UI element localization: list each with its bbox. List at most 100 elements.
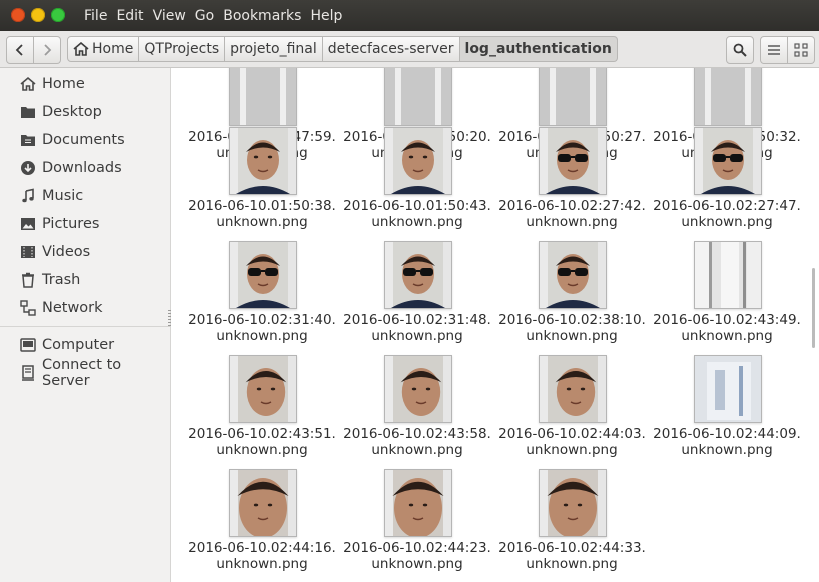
file-name-line: unknown.png <box>526 214 618 230</box>
menu-help[interactable]: Help <box>310 8 342 24</box>
file-name[interactable]: 2016-06-10.01:50:43. unknown.png <box>337 198 497 230</box>
file-name[interactable]: 2016-06-10.02:31:48. unknown.png <box>337 312 497 344</box>
forward-button[interactable] <box>34 36 61 64</box>
list-view-button[interactable] <box>760 36 788 64</box>
menu-bar: File Edit View Go Bookmarks Help <box>84 0 351 31</box>
file-thumbnail[interactable] <box>694 355 762 423</box>
file-name[interactable]: 2016-06-10.02:27:42. unknown.png <box>492 198 652 230</box>
video-icon <box>21 246 35 258</box>
chevron-right-icon <box>44 44 52 56</box>
sidebar-item-label: Home <box>42 76 85 92</box>
file-thumbnail[interactable] <box>229 469 297 537</box>
file-thumbnail[interactable] <box>694 241 762 309</box>
breadcrumb-log-authentication[interactable]: log_authentication <box>459 36 618 62</box>
file-name[interactable]: 2016-06-10.02:43:58. unknown.png <box>337 426 497 458</box>
chevron-left-icon <box>15 44 23 56</box>
breadcrumb-qtprojects[interactable]: QTProjects <box>139 36 226 62</box>
file-name-line: 2016-06-10.02:44:09. <box>653 426 801 442</box>
close-window-button[interactable] <box>11 8 25 22</box>
file-name[interactable]: 2016-06-10.02:27:47. unknown.png <box>647 198 807 230</box>
sidebar-item-label: Trash <box>42 272 81 288</box>
sidebar-item-videos[interactable]: Videos <box>20 240 90 264</box>
scrollbar[interactable] <box>812 268 815 348</box>
file-name-line: unknown.png <box>681 214 773 230</box>
file-name[interactable]: 2016-06-10.02:43:49. unknown.png <box>647 312 807 344</box>
sidebar-item-network[interactable]: Network <box>20 296 103 320</box>
grid-view-button[interactable] <box>788 36 815 64</box>
file-name-line: unknown.png <box>371 214 463 230</box>
desktop-folder-icon <box>21 107 35 118</box>
file-thumbnail[interactable] <box>229 127 297 195</box>
file-name[interactable]: 2016-06-10.02:43:51. unknown.png <box>182 426 342 458</box>
file-name-line: 2016-06-10.02:44:03. <box>498 426 646 442</box>
back-button[interactable] <box>6 36 34 64</box>
file-thumbnail[interactable] <box>539 68 607 126</box>
sidebar-item-label: Desktop <box>42 104 102 120</box>
file-thumbnail[interactable] <box>384 68 452 126</box>
file-name-line: 2016-06-10.02:31:48. <box>343 312 491 328</box>
search-icon <box>733 43 747 57</box>
sidebar-item-pictures[interactable]: Pictures <box>20 212 99 236</box>
file-thumbnail[interactable] <box>539 355 607 423</box>
file-thumbnail[interactable] <box>229 355 297 423</box>
sidebar-item-home[interactable]: Home <box>20 72 85 96</box>
sidebar-item-desktop[interactable]: Desktop <box>20 100 102 124</box>
file-thumbnail[interactable] <box>384 355 452 423</box>
title-bar: File Edit View Go Bookmarks Help <box>0 0 819 31</box>
file-name-line: 2016-06-10.01:50:38. <box>188 198 336 214</box>
file-name[interactable]: 2016-06-10.02:44:23. unknown.png <box>337 540 497 572</box>
menu-file[interactable]: File <box>84 8 107 24</box>
file-name-line: 2016-06-10.02:43:58. <box>343 426 491 442</box>
minimize-window-button[interactable] <box>31 8 45 22</box>
sidebar-item-connect-to-server[interactable]: Connect to Server <box>20 357 170 389</box>
file-thumbnail[interactable] <box>229 68 297 126</box>
file-name-line: 2016-06-10.02:44:16. <box>188 540 336 556</box>
maximize-window-button[interactable] <box>51 8 65 22</box>
file-name[interactable]: 2016-06-10.02:38:10. unknown.png <box>492 312 652 344</box>
file-name-line: 2016-06-10.02:43:49. <box>653 312 801 328</box>
sidebar-item-documents[interactable]: Documents <box>20 128 125 152</box>
file-name[interactable]: 2016-06-10.02:31:40. unknown.png <box>182 312 342 344</box>
sidebar-item-trash[interactable]: Trash <box>20 268 80 292</box>
sidebar-resize-handle[interactable] <box>168 310 171 328</box>
file-name[interactable]: 2016-06-10.02:44:03. unknown.png <box>492 426 652 458</box>
file-name[interactable]: 2016-06-10.01:50:38. unknown.png <box>182 198 342 230</box>
menu-go[interactable]: Go <box>195 8 214 24</box>
file-thumbnail[interactable] <box>539 127 607 195</box>
file-name-line: 2016-06-10.02:44:23. <box>343 540 491 556</box>
menu-view[interactable]: View <box>153 8 186 24</box>
file-name[interactable]: 2016-06-10.02:44:16. unknown.png <box>182 540 342 572</box>
sidebar-item-computer[interactable]: Computer <box>20 333 114 357</box>
breadcrumb-detecfaces-server[interactable]: detecfaces-server <box>322 36 460 62</box>
menu-edit[interactable]: Edit <box>116 8 143 24</box>
file-thumbnail[interactable] <box>694 127 762 195</box>
file-thumbnail[interactable] <box>694 68 762 126</box>
file-name-line: unknown.png <box>681 328 773 344</box>
file-thumbnail[interactable] <box>229 241 297 309</box>
sidebar-item-label: Pictures <box>42 216 100 232</box>
file-name-line: unknown.png <box>526 556 618 572</box>
file-name-line: unknown.png <box>216 328 308 344</box>
breadcrumb-projeto-final[interactable]: projeto_final <box>225 36 323 62</box>
file-name-line: unknown.png <box>526 328 618 344</box>
search-button[interactable] <box>726 36 754 64</box>
file-thumbnail[interactable] <box>539 469 607 537</box>
sidebar: Home Desktop Documents Downloads Music P… <box>0 68 171 582</box>
sidebar-item-music[interactable]: Music <box>20 184 83 208</box>
file-name-line: 2016-06-10.02:31:40. <box>188 312 336 328</box>
navigation-buttons <box>6 36 61 64</box>
file-thumbnail[interactable] <box>384 469 452 537</box>
file-thumbnail[interactable] <box>384 241 452 309</box>
file-name-line: 2016-06-10.02:27:47. <box>653 198 801 214</box>
file-name[interactable]: 2016-06-10.02:44:09. unknown.png <box>647 426 807 458</box>
list-view-icon <box>768 45 780 55</box>
file-thumbnail[interactable] <box>384 127 452 195</box>
file-name[interactable]: 2016-06-10.02:44:33. unknown.png <box>492 540 652 572</box>
menu-bookmarks[interactable]: Bookmarks <box>223 8 301 24</box>
file-name-line: 2016-06-10.01:50:43. <box>343 198 491 214</box>
breadcrumb-home[interactable]: Home <box>67 36 140 62</box>
file-thumbnail[interactable] <box>539 241 607 309</box>
grid-view-icon <box>794 43 808 57</box>
home-icon <box>20 76 36 91</box>
sidebar-item-downloads[interactable]: Downloads <box>20 156 122 180</box>
